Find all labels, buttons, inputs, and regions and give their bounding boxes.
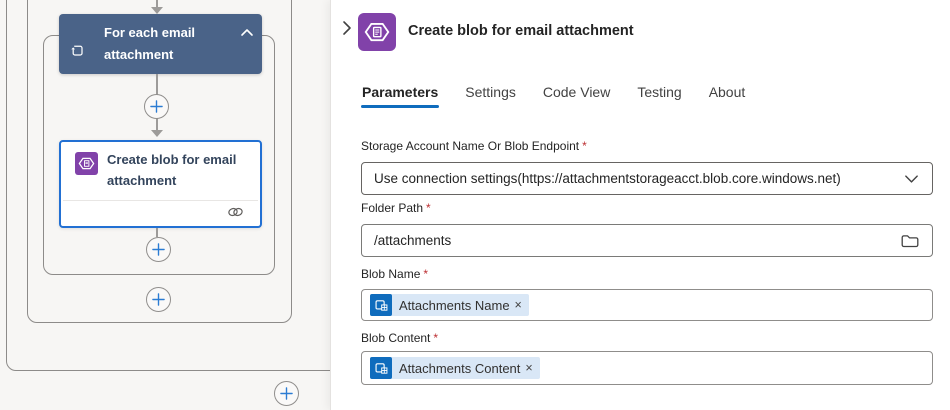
plus-icon xyxy=(280,387,293,400)
token-pill-attachments-name[interactable]: Attachments Name × xyxy=(370,294,529,316)
panel-tabs: Parameters Settings Code View Testing Ab… xyxy=(360,84,746,108)
required-asterisk: * xyxy=(423,267,429,281)
azure-blob-storage-icon xyxy=(358,13,396,51)
blob-content-label: Blob Content * xyxy=(361,331,439,345)
blob-content-input[interactable]: Attachments Content × xyxy=(361,351,933,385)
token-text: Attachments Name xyxy=(399,297,510,313)
workflow-designer: For each email attachment Create blob fo… xyxy=(0,0,950,410)
connector-arrowhead xyxy=(151,7,163,14)
plus-icon xyxy=(150,100,163,113)
azure-blob-storage-icon xyxy=(75,152,98,175)
chevron-right-icon xyxy=(343,20,351,35)
add-action-button[interactable] xyxy=(146,237,171,262)
tab-testing[interactable]: Testing xyxy=(637,84,681,108)
required-asterisk: * xyxy=(433,331,439,345)
collapse-panel-button[interactable] xyxy=(337,18,357,40)
foreach-node[interactable]: For each email attachment xyxy=(59,14,262,74)
folder-path-input[interactable]: /attachments xyxy=(361,224,933,257)
tab-parameters[interactable]: Parameters xyxy=(360,84,440,108)
plus-icon xyxy=(152,243,165,256)
blob-name-label: Blob Name * xyxy=(361,267,429,281)
add-action-button[interactable] xyxy=(144,94,169,119)
plus-icon xyxy=(152,293,165,306)
connector-line xyxy=(156,228,158,237)
required-asterisk: * xyxy=(426,201,431,215)
connector-arrowhead xyxy=(151,130,163,137)
create-blob-node[interactable]: Create blob for email attachment xyxy=(59,140,262,228)
required-asterisk: * xyxy=(582,139,587,153)
connection-link-icon[interactable] xyxy=(227,205,244,219)
action-details-panel: Create blob for email attachment Paramet… xyxy=(330,0,950,410)
panel-title: Create blob for email attachment xyxy=(408,23,634,39)
create-blob-node-title: Create blob for email attachment xyxy=(107,152,237,188)
outlook-connector-icon xyxy=(370,357,392,379)
storage-account-dropdown[interactable]: Use connection settings(https://attachme… xyxy=(361,162,933,195)
storage-account-label: Storage Account Name Or Blob Endpoint * xyxy=(361,139,587,153)
tab-about[interactable]: About xyxy=(709,84,746,108)
folder-picker-icon[interactable] xyxy=(900,232,920,249)
folder-path-label: Folder Path * xyxy=(361,201,431,215)
tab-settings[interactable]: Settings xyxy=(465,84,516,108)
flow-canvas[interactable]: For each email attachment Create blob fo… xyxy=(0,0,330,410)
add-action-button[interactable] xyxy=(146,287,171,312)
chevron-down-icon[interactable] xyxy=(903,173,920,185)
blob-name-input[interactable]: Attachments Name × xyxy=(361,289,933,321)
storage-account-value: Use connection settings(https://attachme… xyxy=(374,171,841,186)
token-pill-attachments-content[interactable]: Attachments Content × xyxy=(370,357,540,379)
tab-code-view[interactable]: Code View xyxy=(543,84,610,108)
add-action-button[interactable] xyxy=(274,381,299,406)
token-remove-icon[interactable]: × xyxy=(513,298,524,312)
card-divider xyxy=(63,200,258,201)
token-remove-icon[interactable]: × xyxy=(523,361,534,375)
folder-path-value: /attachments xyxy=(374,233,452,248)
loop-icon xyxy=(70,43,85,58)
token-text: Attachments Content xyxy=(399,360,521,376)
outlook-connector-icon xyxy=(370,294,392,316)
collapse-scope-icon[interactable] xyxy=(239,26,255,40)
foreach-title: For each email attachment xyxy=(104,25,196,62)
